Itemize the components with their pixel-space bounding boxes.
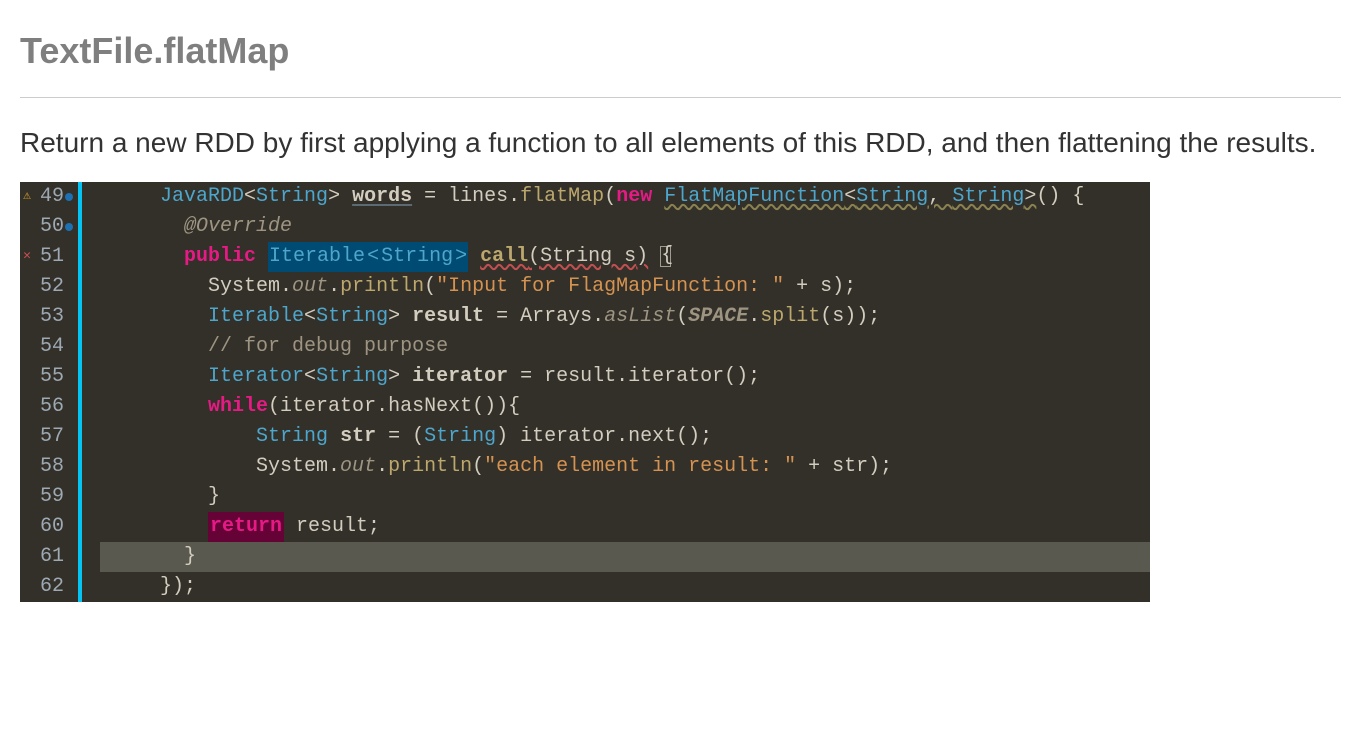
- error-icon: [20, 246, 34, 267]
- code-line: return result;: [100, 512, 1150, 542]
- code-line: Iterable<String> result = Arrays.asList(…: [100, 302, 1150, 332]
- gutter-line: 53: [20, 302, 78, 332]
- code-block: 49 50 51 52 53 54 55 56 57 58 59 60 61 6…: [20, 182, 1150, 602]
- description-text: Return a new RDD by first applying a fun…: [20, 123, 1341, 164]
- breakpoint-icon: [64, 182, 74, 212]
- code-line: Iterator<String> iterator = result.itera…: [100, 362, 1150, 392]
- gutter-line: 49: [20, 182, 78, 212]
- warning-icon: [20, 186, 34, 207]
- page-title: TextFile.flatMap: [20, 30, 1341, 72]
- gutter-line: 60: [20, 512, 78, 542]
- breakpoint-icon: [64, 212, 74, 242]
- code-line: });: [100, 572, 1150, 602]
- gutter-line: 55: [20, 362, 78, 392]
- code-area: JavaRDD<String> words = lines.flatMap(ne…: [78, 182, 1150, 602]
- code-line: System.out.println("Input for FlagMapFun…: [100, 272, 1150, 302]
- code-line: }: [100, 542, 1150, 572]
- gutter-line: 59: [20, 482, 78, 512]
- gutter: 49 50 51 52 53 54 55 56 57 58 59 60 61 6…: [20, 182, 78, 602]
- code-line: }: [100, 482, 1150, 512]
- gutter-line: 58: [20, 452, 78, 482]
- gutter-line: 52: [20, 272, 78, 302]
- gutter-line: 62: [20, 572, 78, 602]
- divider: [20, 97, 1341, 98]
- gutter-line: 50: [20, 212, 78, 242]
- code-line: // for debug purpose: [100, 332, 1150, 362]
- code-line: JavaRDD<String> words = lines.flatMap(ne…: [100, 182, 1150, 212]
- gutter-line: 56: [20, 392, 78, 422]
- gutter-line: 61: [20, 542, 78, 572]
- code-line: String str = (String) iterator.next();: [100, 422, 1150, 452]
- gutter-line: 51: [20, 242, 78, 272]
- cursor-icon: {: [660, 246, 671, 267]
- code-line: while(iterator.hasNext()){: [100, 392, 1150, 422]
- code-line: public Iterable<String> call(String s) {: [100, 242, 1150, 272]
- code-line: @Override: [100, 212, 1150, 242]
- code-line: System.out.println("each element in resu…: [100, 452, 1150, 482]
- gutter-line: 54: [20, 332, 78, 362]
- gutter-line: 57: [20, 422, 78, 452]
